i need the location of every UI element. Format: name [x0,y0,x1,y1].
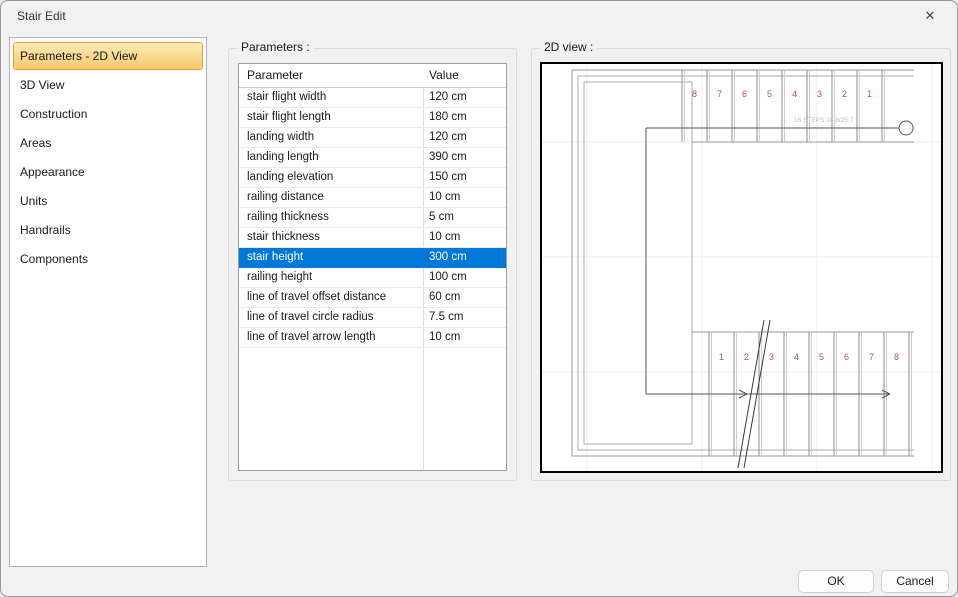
window-title: Stair Edit [17,9,66,23]
table-row[interactable]: stair flight length180 cm [239,108,506,128]
parameter-cell[interactable]: railing thickness [239,208,423,227]
parameter-cell[interactable]: railing height [239,268,423,287]
step-number: 7 [717,89,722,99]
sidebar-item[interactable]: Parameters - 2D View [13,42,203,70]
step-number: 6 [844,352,849,362]
table-row[interactable]: stair height300 cm [239,248,506,268]
view-group-label: 2D view : [540,40,597,54]
step-number: 5 [767,89,772,99]
table-row[interactable]: line of travel circle radius7.5 cm [239,308,506,328]
parameter-cell[interactable]: line of travel circle radius [239,308,423,327]
step-number: 7 [869,352,874,362]
sidebar-item[interactable]: Areas [13,129,203,157]
table-row[interactable]: line of travel arrow length10 cm [239,328,506,348]
parameter-cell[interactable]: stair flight width [239,88,423,107]
table-row[interactable]: railing distance10 cm [239,188,506,208]
parameter-cell[interactable]: stair thickness [239,228,423,247]
value-cell[interactable]: 390 cm [423,148,506,167]
value-cell[interactable]: 10 cm [423,328,506,347]
parameter-cell[interactable]: railing distance [239,188,423,207]
table-row[interactable]: landing width120 cm [239,128,506,148]
value-cell[interactable]: 100 cm [423,268,506,287]
sidebar-item[interactable]: Components [13,245,203,273]
close-icon[interactable]: ✕ [915,4,945,28]
step-number: 3 [817,89,822,99]
parameters-group: Parameters : Parameter Value stair fligh… [228,48,517,481]
table-row[interactable]: line of travel offset distance60 cm [239,288,506,308]
step-number: 2 [842,89,847,99]
sidebar-item[interactable]: Appearance [13,158,203,186]
step-number: 8 [692,89,697,99]
table-row[interactable]: stair flight width120 cm [239,88,506,108]
parameter-cell[interactable]: line of travel offset distance [239,288,423,307]
value-cell[interactable]: 10 cm [423,228,506,247]
parameter-cell[interactable]: stair height [239,248,423,267]
parameter-cell[interactable]: stair flight length [239,108,423,127]
parameters-group-label: Parameters : [237,40,314,54]
value-cell[interactable]: 7.5 cm [423,308,506,327]
step-number: 5 [819,352,824,362]
value-cell[interactable]: 300 cm [423,248,506,267]
step-number: 3 [769,352,774,362]
table-row[interactable]: railing height100 cm [239,268,506,288]
column-header-parameter[interactable]: Parameter [239,64,423,87]
value-cell[interactable]: 120 cm [423,128,506,147]
sidebar-item[interactable]: Handrails [13,216,203,244]
step-number: 1 [719,352,724,362]
sidebar-item[interactable]: 3D View [13,71,203,99]
value-cell[interactable]: 5 cm [423,208,506,227]
stair-edit-dialog: Stair Edit ✕ Parameters - 2D View3D View… [0,0,958,597]
value-cell[interactable]: 60 cm [423,288,506,307]
steps-annotation: 16 STEPS 18.8/25.7 [794,117,854,124]
table-row[interactable]: landing length390 cm [239,148,506,168]
view-group: 2D view : 876543211234567816 STEPS 18.8/… [531,48,951,481]
step-number: 6 [742,89,747,99]
step-number: 4 [794,352,799,362]
sidebar-item[interactable]: Units [13,187,203,215]
table-header: Parameter Value [239,64,506,88]
parameter-cell[interactable]: landing width [239,128,423,147]
parameter-cell[interactable]: landing length [239,148,423,167]
parameter-cell[interactable]: line of travel arrow length [239,328,423,347]
sidebar-list: Parameters - 2D View3D ViewConstructionA… [9,37,207,567]
step-number: 4 [792,89,797,99]
value-cell[interactable]: 150 cm [423,168,506,187]
plan-drawing-area[interactable]: 8 7 6 5 4 3 2 1 1 2 3 4 5 6 7 8 16 STEPS 18.8/25.7 [540,62,943,473]
ok-button[interactable]: OK [798,570,874,593]
value-cell[interactable]: 180 cm [423,108,506,127]
value-cell[interactable]: 120 cm [423,88,506,107]
table-row[interactable]: railing thickness5 cm [239,208,506,228]
cancel-button[interactable]: Cancel [881,570,949,593]
param-table-body: stair flight width120 cmstair flight len… [239,88,506,348]
titlebar[interactable]: Stair Edit ✕ [1,1,957,31]
stair-plan-svg[interactable]: 8 7 6 5 4 3 2 1 1 2 3 4 5 6 7 8 16 STEPS 18.8/25.7 [542,64,941,471]
column-header-value[interactable]: Value [423,64,506,87]
table-row[interactable]: stair thickness10 cm [239,228,506,248]
table-row[interactable]: landing elevation150 cm [239,168,506,188]
step-number: 2 [744,352,749,362]
step-number: 8 [894,352,899,362]
parameter-cell[interactable]: landing elevation [239,168,423,187]
parameters-table: Parameter Value stair flight width120 cm… [238,63,507,471]
value-cell[interactable]: 10 cm [423,188,506,207]
sidebar-item[interactable]: Construction [13,100,203,128]
step-number: 1 [867,89,872,99]
